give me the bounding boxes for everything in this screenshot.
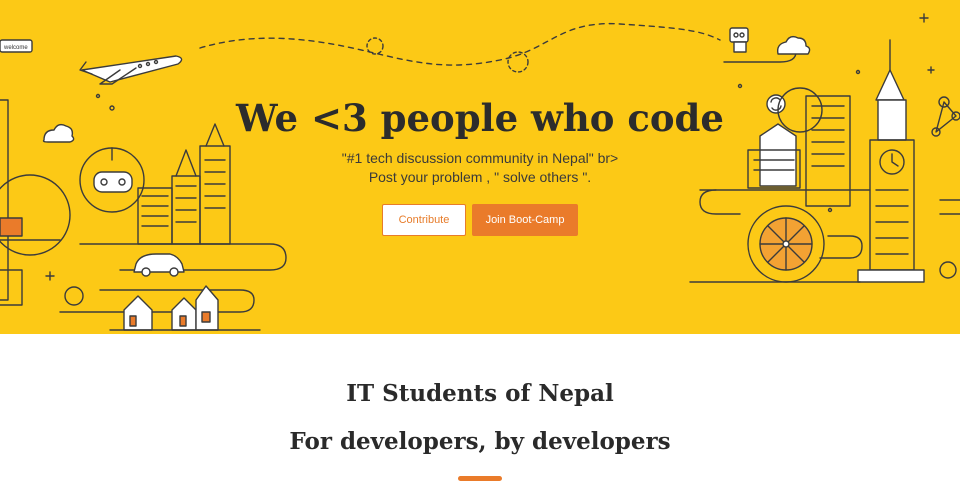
bicycle-icon [939,261,957,279]
welcome-sign: welcome [0,39,33,53]
svg-text:welcome: welcome [3,45,28,51]
hero-subtitle-line1: "#1 tech discussion community in Nepal" … [341,150,619,166]
section-subtitle: For developers, by developers [289,428,671,455]
hero-content: We <3 people who code "#1 tech discussio… [0,93,960,236]
join-bootcamp-button[interactable]: Join Boot-Camp [472,204,578,236]
hero-banner: welcome We <3 people who code "#1 tech d… [0,0,960,334]
intro-section: IT Students of Nepal For developers, by … [0,334,960,486]
hero-title: We <3 people who code [236,96,724,140]
section-title: IT Students of Nepal [346,380,614,407]
airplane-icon [79,55,183,85]
accent-divider [458,476,502,481]
robot-icon [729,27,749,53]
hero-subtitle: "#1 tech discussion community in Nepal" … [0,149,960,187]
hero-buttons: Contribute Join Boot-Camp [0,204,960,236]
hero-subtitle-line2: Post your problem , " solve others ". [368,169,592,185]
contribute-button[interactable]: Contribute [382,204,466,236]
